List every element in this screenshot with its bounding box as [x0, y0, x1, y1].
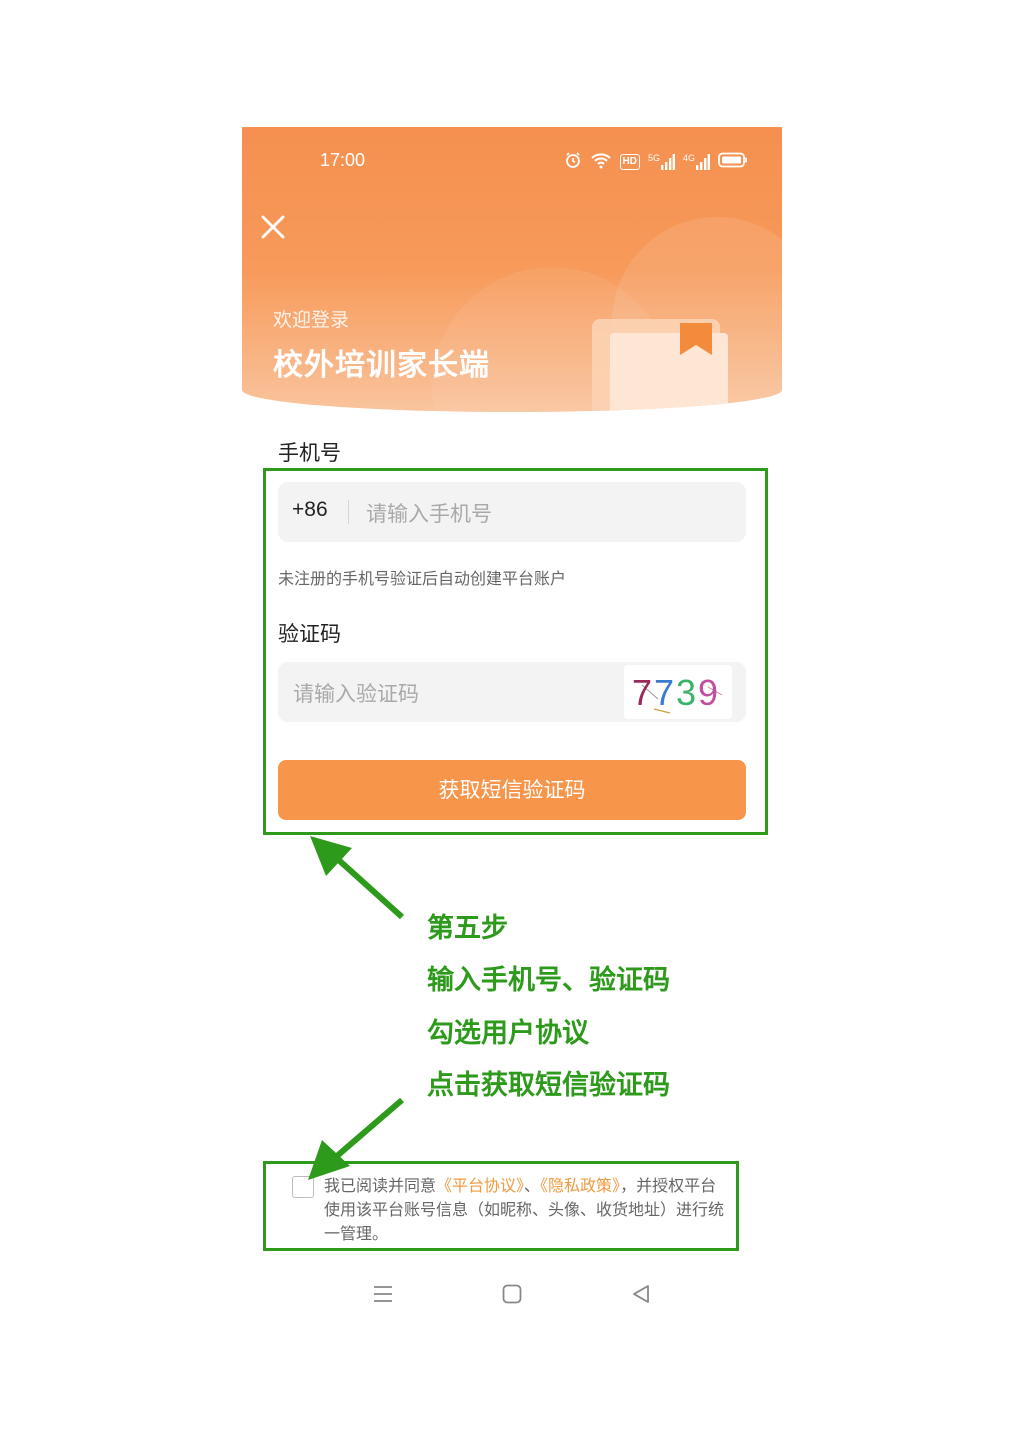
header-banner: 17:00 HD 5G 4G 欢迎登录 校外培训家长端: [242, 127, 782, 412]
menu-icon[interactable]: [372, 1283, 394, 1309]
status-icons: HD 5G 4G: [564, 151, 748, 173]
back-icon[interactable]: [630, 1283, 652, 1309]
annotation-step: 第五步: [427, 913, 508, 944]
book-illustration: [592, 319, 728, 412]
hd-icon: HD: [619, 154, 640, 170]
signal-5g-icon: 5G: [648, 154, 675, 170]
close-button[interactable]: [259, 213, 287, 241]
status-time: 17:00: [320, 150, 366, 170]
alarm-icon: [564, 151, 582, 173]
welcome-text: 欢迎登录: [273, 309, 350, 331]
home-icon[interactable]: [501, 1283, 523, 1309]
network-label: 4G: [682, 153, 695, 163]
wifi-icon: [590, 151, 612, 173]
annotation-line: 勾选用户协议: [427, 1018, 589, 1049]
system-nav-bar: [242, 1277, 782, 1317]
battery-icon: [718, 152, 748, 172]
annotation-line: 输入手机号、验证码: [427, 965, 670, 996]
network-label: 5G: [647, 153, 660, 163]
annotation-line: 点击获取短信验证码: [427, 1070, 670, 1101]
status-bar: 17:00 HD 5G 4G: [242, 127, 782, 191]
close-icon: [261, 215, 285, 239]
signal-4g-icon: 4G: [683, 154, 710, 170]
form-highlight-box: [263, 468, 768, 835]
agreement-highlight-box: [263, 1161, 739, 1251]
app-title: 校外培训家长端: [273, 348, 490, 383]
phone-label: 手机号: [278, 441, 341, 465]
